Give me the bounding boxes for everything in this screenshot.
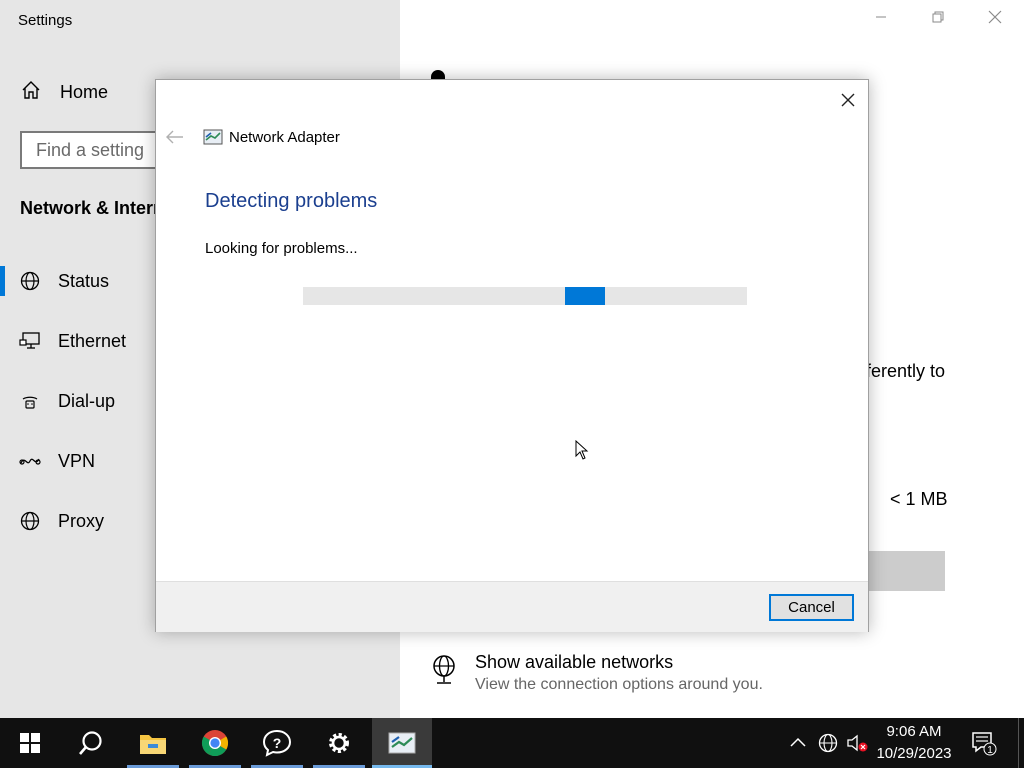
windows-logo-icon <box>20 733 40 753</box>
show-desktop-button[interactable] <box>1018 718 1024 768</box>
sidebar-item-label: Dial-up <box>58 390 116 411</box>
show-networks-subtitle: View the connection options around you. <box>475 676 763 693</box>
home-icon <box>20 79 42 106</box>
dialog-heading: Detecting problems <box>205 190 378 212</box>
network-adapter-icon <box>203 129 223 150</box>
ethernet-icon <box>19 331 41 351</box>
close-icon <box>841 93 855 107</box>
show-networks-title: Show available networks <box>475 652 674 672</box>
home-label: Home <box>60 81 109 102</box>
progress-bar <box>303 287 747 305</box>
clock-time[interactable]: 9:06 AM <box>874 723 954 740</box>
network-globe-icon <box>818 733 838 753</box>
sidebar-item-label: Status <box>58 270 110 291</box>
minimize-button[interactable] <box>869 8 893 32</box>
partial-description-text: ferently to <box>866 361 946 381</box>
volume-muted-icon <box>847 734 868 752</box>
data-usage-value: < 1 MB <box>890 489 948 509</box>
dialog-status-text: Looking for problems... <box>205 240 358 257</box>
close-window-button[interactable] <box>983 8 1007 32</box>
progress-indicator <box>565 287 605 305</box>
clock-date[interactable]: 10/29/2023 <box>874 745 954 762</box>
vpn-icon <box>19 453 41 469</box>
search-icon <box>79 731 102 755</box>
network-adapter-icon <box>388 732 416 754</box>
volume-tray-button[interactable] <box>846 733 870 758</box>
sidebar-item-label: Proxy <box>58 510 105 531</box>
action-center-button[interactable]: 1 <box>970 731 998 762</box>
taskbar-get-help[interactable]: ? <box>247 718 307 768</box>
show-hidden-icons-button[interactable] <box>788 733 808 758</box>
taskbar-network-adapter[interactable] <box>372 718 432 768</box>
partial-button[interactable] <box>860 551 945 591</box>
sidebar-item-label: Ethernet <box>58 330 127 351</box>
mouse-cursor-icon <box>575 439 589 465</box>
taskbar-file-explorer[interactable] <box>123 718 183 768</box>
globe-icon <box>19 271 41 291</box>
proxy-globe-icon <box>19 511 41 531</box>
dialog-app-title: Network Adapter <box>229 129 340 146</box>
gear-icon <box>329 733 349 753</box>
taskbar-settings[interactable] <box>309 718 369 768</box>
taskbar: ? 9:06 AM 10/29/2023 1 <box>0 718 1024 768</box>
taskbar-search-button[interactable] <box>61 718 121 768</box>
network-globe-icon <box>428 654 460 691</box>
folder-icon <box>140 735 166 754</box>
chrome-icon <box>201 730 229 757</box>
window-title: Settings <box>18 12 73 29</box>
sidebar-item-label: VPN <box>58 450 96 471</box>
cancel-button[interactable]: Cancel <box>769 594 854 621</box>
notifications-icon: 1 <box>972 732 997 756</box>
svg-text:1: 1 <box>987 745 993 756</box>
troubleshooter-dialog: Network Adapter Detecting problems Looki… <box>155 79 869 632</box>
dialog-close-button[interactable] <box>836 88 860 112</box>
svg-text:?: ? <box>273 735 282 751</box>
restore-button[interactable] <box>926 8 950 32</box>
back-arrow-icon <box>166 130 183 144</box>
dialup-icon <box>19 391 41 411</box>
back-button[interactable] <box>166 128 184 149</box>
chevron-up-icon <box>790 737 806 747</box>
start-button[interactable] <box>0 718 60 768</box>
help-chat-icon: ? <box>262 729 292 757</box>
network-tray-button[interactable] <box>818 733 840 758</box>
nav-home[interactable]: Home <box>20 80 108 104</box>
taskbar-chrome[interactable] <box>185 718 245 768</box>
dialog-footer: Cancel <box>156 581 868 632</box>
